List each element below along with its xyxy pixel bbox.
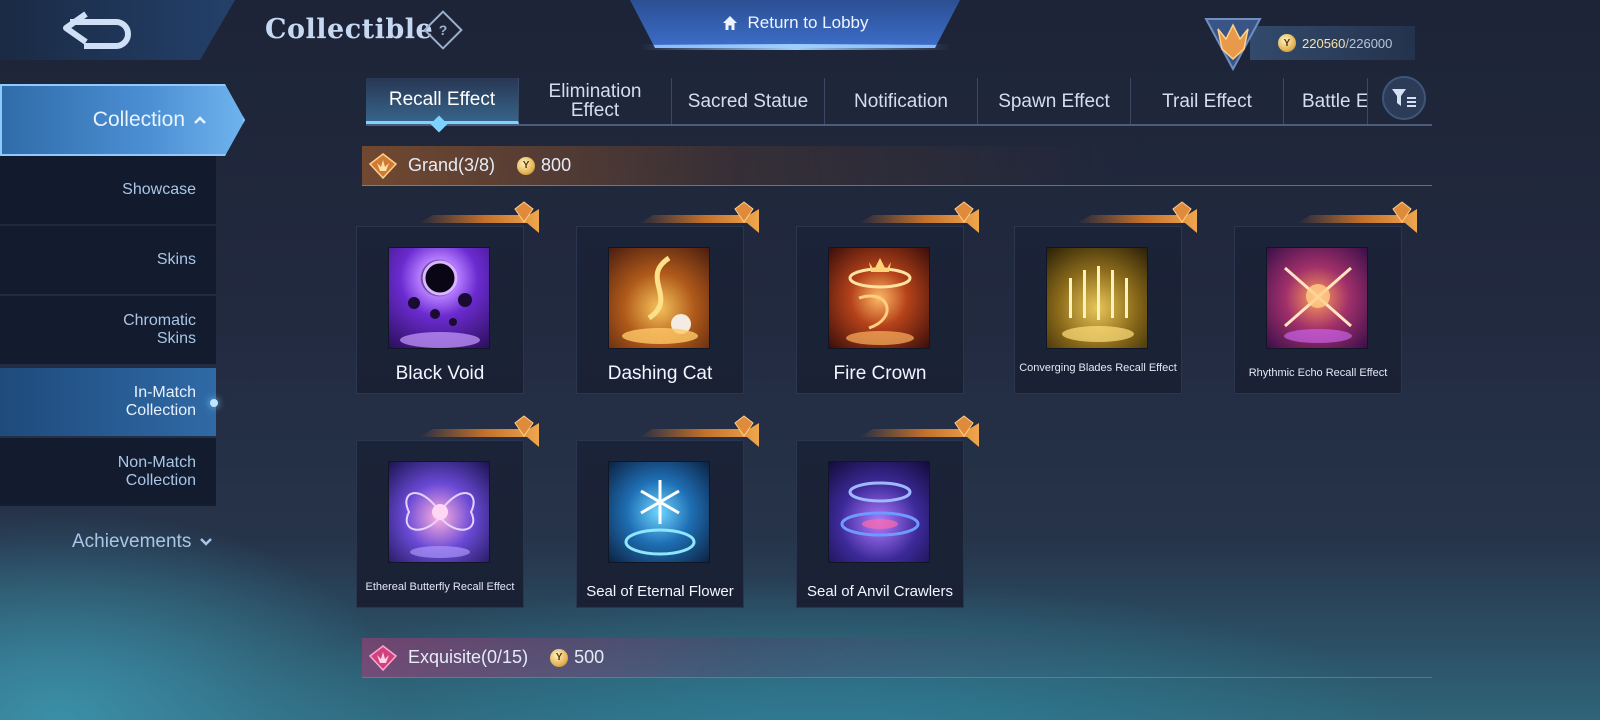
collectible-card[interactable]: Dashing Cat: [576, 201, 759, 394]
sidebar-item-skins[interactable]: Skins: [0, 226, 216, 294]
grand-section-header: Grand(3/8) Y 800: [362, 146, 1432, 186]
collectible-card[interactable]: Rhythmic Echo Recall Effect: [1234, 201, 1417, 394]
exquisite-tier-icon: [368, 644, 398, 671]
sidebar-item-showcase[interactable]: Showcase: [0, 156, 216, 224]
back-button[interactable]: [0, 0, 235, 60]
exquisite-section-label: Exquisite(0/15): [408, 647, 529, 667]
fire-crown-thumbnail: [828, 247, 930, 349]
tab-recall-effect[interactable]: Recall Effect: [366, 78, 519, 124]
crest-icon: [514, 415, 534, 437]
tab-elimination-effect[interactable]: Elimination Effect: [519, 78, 672, 124]
card-label: Seal of Anvil Crawlers: [807, 583, 953, 600]
home-icon: [722, 15, 737, 30]
tab-label: Trail Effect: [1162, 90, 1252, 112]
seal-of-anvil-crawlers-thumbnail: [828, 461, 930, 563]
currency-max: 226000: [1349, 35, 1393, 51]
back-arrow-icon: [62, 11, 131, 49]
card-label: Seal of Eternal Flower: [586, 583, 734, 600]
filter-button[interactable]: [1382, 76, 1426, 120]
grand-tier-icon: [368, 152, 398, 179]
page-title: Collectible: [265, 14, 434, 45]
card-label: Fire Crown: [833, 363, 927, 384]
converging-blades-thumbnail: [1046, 247, 1148, 349]
exquisite-section-header: Exquisite(0/15) Y 500: [362, 638, 1432, 678]
help-symbol: ?: [438, 22, 448, 38]
chevron-down-icon: [200, 538, 213, 546]
black-void-thumbnail: [388, 247, 490, 349]
tab-label: Recall Effect: [388, 89, 496, 110]
sidebar-item-non-match-collection[interactable]: Non-Match Collection: [0, 438, 216, 506]
tab-label: Spawn Effect: [998, 90, 1110, 112]
dashing-cat-thumbnail: [608, 247, 710, 349]
sidebar-collection-header[interactable]: Collection: [0, 84, 245, 156]
currency-display: Y 220560/226000: [1250, 26, 1415, 60]
exquisite-cost-value: 500: [574, 647, 605, 667]
return-to-lobby-button[interactable]: Return to Lobby: [630, 0, 960, 48]
chevron-up-icon: [194, 116, 206, 124]
coin-icon: Y: [517, 156, 536, 175]
card-label: Ethereal Butterfly Recall Effect: [365, 581, 515, 593]
collectible-card[interactable]: Fire Crown: [796, 201, 979, 394]
sidebar-item-label: Skins: [156, 251, 196, 268]
tab-trail-effect[interactable]: Trail Effect: [1131, 78, 1284, 124]
grand-cost-value: 800: [541, 155, 572, 175]
filter-icon: [1392, 89, 1416, 107]
collectible-card[interactable]: Black Void: [356, 201, 539, 394]
tab-label: Battle E: [1302, 90, 1368, 112]
coin-icon: Y: [550, 648, 569, 667]
coin-icon: Y: [1278, 34, 1296, 52]
crest-icon: [954, 201, 974, 223]
sidebar-item-label: Chromatic Skins: [123, 312, 196, 347]
sidebar-item-in-match-collection[interactable]: In-Match Collection: [0, 368, 216, 436]
grand-section-cost: Y 800: [517, 155, 571, 176]
crest-icon: [734, 415, 754, 437]
tab-sacred-statue[interactable]: Sacred Statue: [672, 78, 825, 124]
tab-label: Sacred Statue: [687, 90, 809, 112]
sidebar-item-label: Showcase: [122, 181, 196, 198]
grand-section-label: Grand(3/8): [408, 155, 496, 175]
crest-icon: [1172, 201, 1192, 223]
collection-label: Collection: [92, 108, 185, 131]
rank-badge-icon: [1204, 18, 1262, 71]
lobby-label: Return to Lobby: [747, 12, 869, 32]
collectible-card[interactable]: Seal of Eternal Flower: [576, 415, 759, 608]
collectible-card[interactable]: Ethereal Butterfly Recall Effect: [356, 415, 539, 608]
sidebar-achievements[interactable]: Achievements: [72, 531, 213, 553]
currency-value: 220560: [1302, 35, 1346, 51]
tab-spawn-effect[interactable]: Spawn Effect: [978, 78, 1131, 124]
exquisite-section-cost: Y 500: [550, 647, 604, 668]
card-label: Black Void: [395, 363, 485, 384]
sidebar-item-label: In-Match Collection: [125, 384, 196, 419]
card-label: Rhythmic Echo Recall Effect: [1248, 367, 1388, 379]
crest-icon: [954, 415, 974, 437]
crest-icon: [514, 201, 534, 223]
active-indicator-dot: [210, 399, 218, 407]
ethereal-butterfly-thumbnail: [388, 461, 490, 563]
tab-battle-emote[interactable]: Battle E: [1284, 78, 1368, 124]
tab-label: Notification: [854, 90, 948, 112]
rhythmic-echo-thumbnail: [1266, 247, 1368, 349]
lobby-glow-line: [640, 44, 950, 50]
crest-icon: [1392, 201, 1412, 223]
sidebar-item-label: Non-Match Collection: [117, 454, 196, 489]
sidebar-item-chromatic-skins[interactable]: Chromatic Skins: [0, 296, 216, 364]
tab-notification[interactable]: Notification: [825, 78, 978, 124]
achievements-label: Achievements: [72, 531, 192, 552]
tab-label: Elimination Effect: [548, 81, 642, 121]
seal-of-eternal-flower-thumbnail: [608, 461, 710, 563]
crest-icon: [734, 201, 754, 223]
card-label: Dashing Cat: [607, 363, 713, 384]
collectible-card[interactable]: Seal of Anvil Crawlers: [796, 415, 979, 608]
collectible-card[interactable]: Converging Blades Recall Effect: [1014, 201, 1197, 394]
effect-tabs: Recall Effect Elimination Effect Sacred …: [366, 78, 1432, 126]
card-label: Converging Blades Recall Effect: [1019, 362, 1177, 374]
